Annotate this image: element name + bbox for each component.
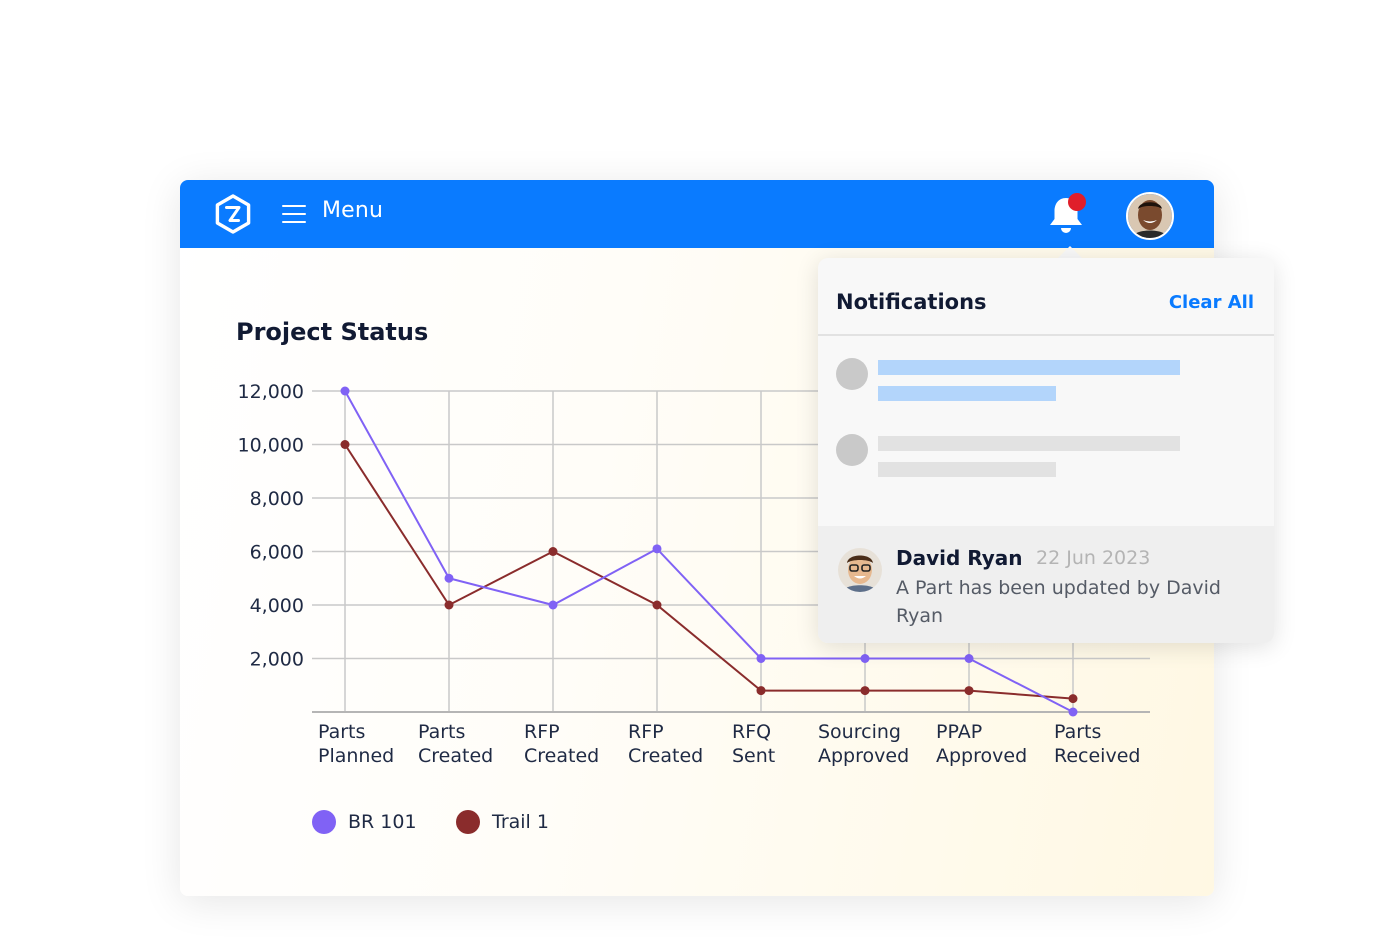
- placeholder-avatar: [836, 358, 868, 390]
- data-point-br101: [548, 600, 558, 610]
- data-point-trail1: [964, 686, 974, 696]
- data-point-br101: [444, 573, 454, 583]
- y-tick-label: 8,000: [250, 488, 304, 510]
- x-tick-label: RFQ Sent: [732, 721, 775, 767]
- legend-label-br101: BR 101: [348, 811, 417, 833]
- data-point-trail1: [548, 547, 558, 556]
- data-point-trail1: [340, 440, 350, 449]
- placeholder-line: [878, 360, 1180, 375]
- notification-panel-caret: [1058, 246, 1082, 258]
- x-tick-label: PPAP Approved: [936, 721, 1027, 767]
- notification-panel-title: Notifications: [836, 290, 987, 314]
- placeholder-avatar: [836, 434, 868, 466]
- notification-divider: [818, 334, 1274, 336]
- notification-sender: David Ryan: [896, 546, 1023, 570]
- notification-avatar-image: [838, 548, 882, 592]
- legend-marker-trail1: [456, 810, 480, 834]
- notification-item[interactable]: David Ryan 22 Jun 2023 A Part has been u…: [818, 526, 1274, 643]
- y-tick-label: 12,000: [238, 381, 304, 403]
- placeholder-line: [878, 462, 1056, 477]
- y-tick-label: 6,000: [250, 542, 304, 564]
- data-point-br101: [652, 544, 662, 554]
- data-point-trail1: [1068, 694, 1078, 704]
- placeholder-line: [878, 386, 1056, 401]
- x-tick-label: Parts Created: [418, 721, 493, 767]
- data-point-br101: [860, 654, 870, 663]
- data-point-br101: [1068, 707, 1078, 717]
- data-point-br101: [964, 654, 974, 663]
- x-tick-label: RFP Created: [524, 721, 599, 767]
- legend-marker-br101: [312, 810, 336, 834]
- x-tick-label: Parts Planned: [318, 721, 394, 767]
- notification-message: A Part has been updated by David Ryan: [896, 577, 1221, 627]
- notification-panel: Notifications Clear All David Ryan 22 Ju…: [818, 258, 1274, 643]
- y-tick-label: 10,000: [238, 435, 304, 457]
- legend-item-br101[interactable]: BR 101: [312, 808, 417, 836]
- data-point-trail1: [444, 600, 454, 610]
- data-point-trail1: [756, 686, 766, 696]
- y-tick-label: 2,000: [250, 649, 304, 671]
- x-tick-label: Sourcing Approved: [818, 721, 909, 767]
- clear-all-button[interactable]: Clear All: [1169, 292, 1254, 313]
- data-point-trail1: [652, 600, 662, 610]
- data-point-trail1: [860, 686, 870, 696]
- x-tick-label: RFP Created: [628, 721, 703, 767]
- x-tick-label: Parts Received: [1054, 721, 1140, 767]
- legend-label-trail1: Trail 1: [492, 811, 549, 833]
- y-tick-label: 4,000: [250, 595, 304, 617]
- data-point-br101: [756, 654, 766, 663]
- placeholder-line: [878, 436, 1180, 451]
- legend-item-trail1[interactable]: Trail 1: [456, 808, 549, 836]
- notification-avatar: [838, 548, 882, 592]
- notification-date: 22 Jun 2023: [1036, 547, 1151, 569]
- data-point-br101: [340, 386, 350, 396]
